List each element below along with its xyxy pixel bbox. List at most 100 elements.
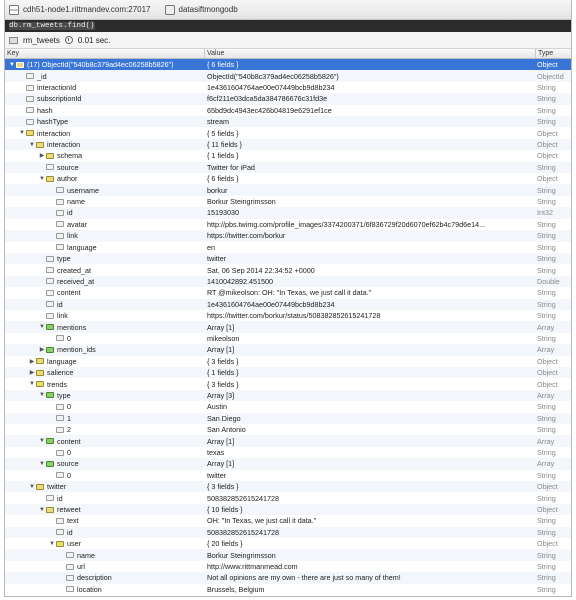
row-value: { 5 fields } bbox=[207, 128, 239, 138]
tree-row[interactable]: type twitter String bbox=[5, 252, 571, 265]
tree-row[interactable]: content RT @mikeolson: OH: "In Texas, we … bbox=[5, 287, 571, 298]
tree-row[interactable]: 0 twitter String bbox=[5, 470, 571, 481]
connection-bar: cdh51-node1.rittmandev.com:27017 datasif… bbox=[5, 0, 571, 20]
results-bar: rm_tweets 0.01 sec. bbox=[5, 32, 571, 49]
row-type: String bbox=[537, 448, 556, 458]
tree-row[interactable]: name Borkur Steingrimsson String bbox=[5, 549, 571, 561]
row-key-cell: ▶ language bbox=[5, 357, 205, 366]
collapse-arrow-icon[interactable]: ▶ bbox=[38, 346, 46, 353]
column-type-header[interactable]: Type bbox=[536, 49, 571, 58]
tree-row[interactable]: link https://twitter.com/borkur/status/50… bbox=[5, 310, 571, 321]
expand-arrow-icon[interactable]: ▼ bbox=[28, 381, 36, 387]
tree-row[interactable]: ▼ interaction { 11 fields } Object bbox=[5, 138, 571, 151]
tree-row[interactable]: _id ObjectId("540b8c379ad4ec06258b5826") O… bbox=[5, 70, 571, 82]
tree-row[interactable]: subscriptionId f6cf211e03dca5da384786676c… bbox=[5, 93, 571, 105]
tree-row[interactable]: id 508382852615241728 String bbox=[5, 492, 571, 503]
row-key-cell: 0 bbox=[5, 471, 205, 480]
tree-row[interactable]: url http://www.rittmanmead.com String bbox=[5, 561, 571, 572]
tree-row[interactable]: ▼ trends { 3 fields } Object bbox=[5, 378, 571, 389]
tree-row[interactable]: ▼ author { 6 fields } Object bbox=[5, 173, 571, 184]
tree-row[interactable]: id 15193030 Int32 bbox=[5, 207, 571, 219]
tree-row[interactable]: 1 San Diego String bbox=[5, 412, 571, 424]
collapse-arrow-icon[interactable]: ▶ bbox=[28, 358, 36, 365]
tree-row[interactable]: ▼ source Array [1] Array bbox=[5, 458, 571, 470]
row-type: Int32 bbox=[537, 208, 553, 218]
tree-row[interactable]: 0 Austin String bbox=[5, 401, 571, 412]
tree-row[interactable]: ▼ twitter { 3 fields } Object bbox=[5, 481, 571, 493]
field-icon bbox=[56, 198, 64, 205]
row-type: Array bbox=[537, 436, 555, 446]
expand-arrow-icon[interactable]: ▼ bbox=[8, 62, 16, 68]
row-key: name bbox=[77, 550, 95, 560]
expand-arrow-icon[interactable]: ▼ bbox=[38, 324, 46, 330]
row-type: String bbox=[537, 413, 556, 423]
tree-row[interactable]: language en String bbox=[5, 242, 571, 253]
row-key-cell: ▼ mentions bbox=[5, 323, 205, 332]
results-tree[interactable]: ▼ (17) ObjectId("540b8c379ad4ec06258b5826… bbox=[5, 59, 571, 595]
row-key-cell: username bbox=[5, 186, 205, 195]
tree-row[interactable]: hash 65bd9dc4943ec426b04819e6291ef1ce Stri… bbox=[5, 105, 571, 116]
tree-row[interactable]: username borkur String bbox=[5, 184, 571, 196]
row-type: Array bbox=[537, 390, 555, 400]
tree-row[interactable]: name Borkur Steingrimsson String bbox=[5, 196, 571, 207]
row-value: stream bbox=[207, 117, 229, 127]
field-icon bbox=[46, 495, 54, 502]
expand-arrow-icon[interactable]: ▼ bbox=[38, 461, 46, 467]
tree-row[interactable]: id 1e4361604764ae00e07449bcb9d8b234 String bbox=[5, 298, 571, 310]
column-value-header[interactable]: Value bbox=[205, 49, 536, 58]
expand-arrow-icon[interactable]: ▼ bbox=[28, 484, 36, 490]
row-value: https://twitter.com/borkur bbox=[207, 231, 286, 241]
row-key-cell: link bbox=[5, 311, 205, 320]
collapse-arrow-icon[interactable]: ▶ bbox=[28, 369, 36, 376]
array-icon bbox=[46, 460, 54, 467]
tree-row[interactable]: 0 texas String bbox=[5, 447, 571, 458]
tree-row[interactable]: received_at 1410042892.451500 Double bbox=[5, 275, 571, 288]
tree-row[interactable]: ▼ mentions Array [1] Array bbox=[5, 321, 571, 333]
row-value: 1410042892.451500 bbox=[207, 276, 273, 286]
query-editor[interactable]: db.rm_tweets.find() bbox=[5, 20, 571, 32]
expand-arrow-icon[interactable]: ▼ bbox=[38, 507, 46, 513]
expand-arrow-icon[interactable]: ▼ bbox=[18, 130, 26, 136]
tree-row[interactable]: ▼ content Array [1] Array bbox=[5, 435, 571, 447]
row-key: id bbox=[67, 527, 73, 537]
expand-arrow-icon[interactable]: ▼ bbox=[38, 438, 46, 444]
collapse-arrow-icon[interactable]: ▶ bbox=[38, 152, 46, 159]
tree-row[interactable]: location Brussels, Belgium String bbox=[5, 584, 571, 595]
row-key: avatar bbox=[67, 219, 87, 229]
tree-row[interactable]: id 508382852615241728 String bbox=[5, 526, 571, 539]
server-address[interactable]: cdh51-node1.rittmandev.com:27017 bbox=[23, 5, 151, 14]
tree-row[interactable]: ▶ mention_ids Array [1] Array bbox=[5, 344, 571, 356]
tree-row[interactable]: interactionId 1e4361604764ae00e07449bcb9d… bbox=[5, 82, 571, 93]
column-key-header[interactable]: Key bbox=[5, 49, 205, 58]
tree-row[interactable]: created_at Sat, 06 Sep 2014 22:34:52 +000… bbox=[5, 264, 571, 275]
row-key-cell: 0 bbox=[5, 448, 205, 457]
expand-arrow-icon[interactable]: ▼ bbox=[38, 176, 46, 182]
expand-arrow-icon[interactable]: ▼ bbox=[48, 541, 56, 547]
database-name[interactable]: datasiftmongodb bbox=[179, 5, 238, 14]
row-key: source bbox=[57, 162, 79, 172]
query-text[interactable]: db.rm_tweets.find() bbox=[9, 22, 95, 30]
collection-icon bbox=[9, 36, 18, 44]
tree-row[interactable]: ▼ interaction { 5 fields } Object bbox=[5, 127, 571, 138]
row-type: String bbox=[537, 288, 556, 298]
tree-row[interactable]: ▼ retweet { 10 fields } Object bbox=[5, 503, 571, 516]
mongo-results-window: cdh51-node1.rittmandev.com:27017 datasif… bbox=[4, 0, 572, 597]
expand-arrow-icon[interactable]: ▼ bbox=[38, 392, 46, 398]
tree-row[interactable]: 2 San Antonio String bbox=[5, 424, 571, 435]
tree-row[interactable]: ▼ (17) ObjectId("540b8c379ad4ec06258b5826… bbox=[5, 59, 571, 71]
tree-row[interactable]: text OH: "In Texas, we just call it data.… bbox=[5, 515, 571, 526]
row-key: created_at bbox=[57, 265, 91, 275]
tree-row[interactable]: ▼ user { 20 fields } Object bbox=[5, 538, 571, 549]
tree-row[interactable]: 0 mikeolson String bbox=[5, 333, 571, 344]
tree-row[interactable]: ▶ schema { 1 fields } Object bbox=[5, 150, 571, 161]
tree-row[interactable]: hashType stream String bbox=[5, 116, 571, 128]
tree-row[interactable]: ▶ salience { 1 fields } Object bbox=[5, 366, 571, 379]
tree-row[interactable]: ▶ language { 3 fields } Object bbox=[5, 356, 571, 367]
tree-row[interactable]: source Twitter for iPad String bbox=[5, 161, 571, 174]
expand-arrow-icon[interactable]: ▼ bbox=[28, 142, 36, 148]
tree-row[interactable]: avatar http://pbs.twimg.com/profile_image… bbox=[5, 219, 571, 230]
tree-row[interactable]: description Not all opinions are my own -… bbox=[5, 572, 571, 584]
tree-row[interactable]: link https://twitter.com/borkur String bbox=[5, 230, 571, 242]
tree-row[interactable]: ▼ type Array [3] Array bbox=[5, 389, 571, 402]
row-key-cell: subscriptionId bbox=[5, 94, 205, 103]
